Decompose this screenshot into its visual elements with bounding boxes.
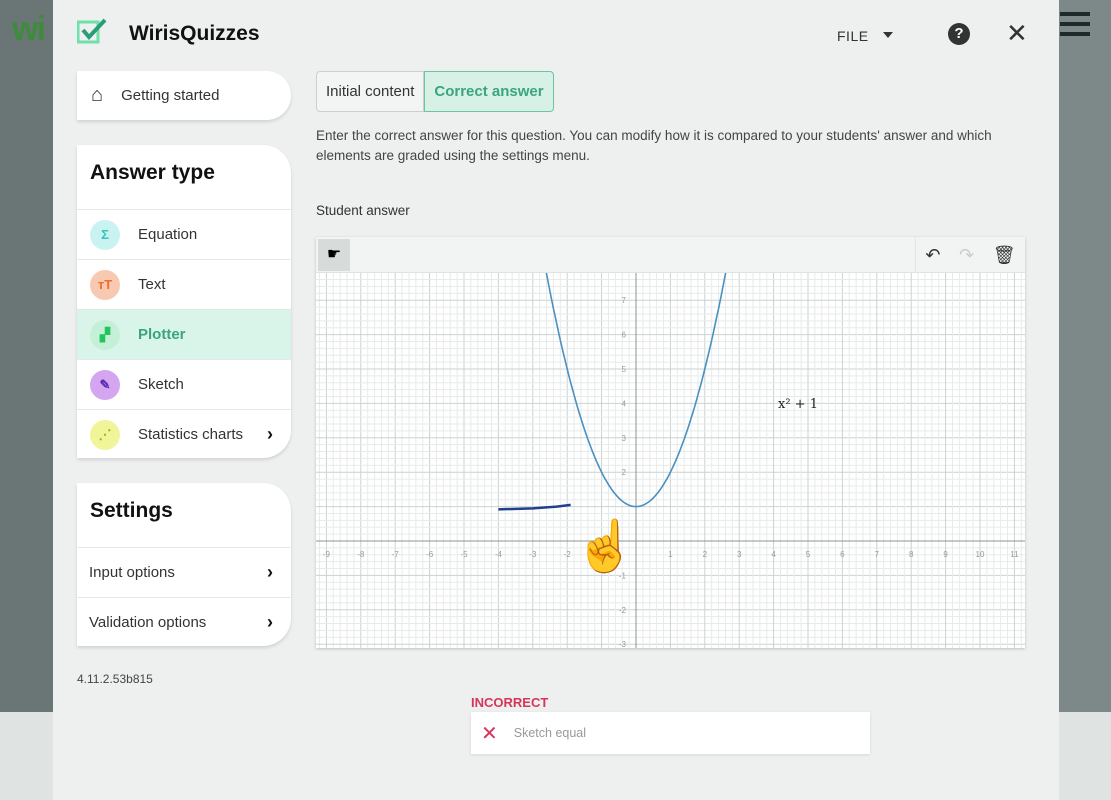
answer-type-panel: Answer type Σ Equation тT Text ▞ Plotter ✎ Sket…	[77, 145, 291, 458]
x-tick-label: 11	[1010, 550, 1019, 559]
x-tick-label: -3	[529, 550, 537, 559]
student-answer-label: Student answer	[316, 203, 410, 218]
x-tick-label: -7	[392, 550, 400, 559]
x-tick-label: 2	[703, 550, 708, 559]
x-tick-label: 8	[909, 550, 914, 559]
x-tick-label: -9	[323, 550, 331, 559]
answer-type-label: Equation	[138, 226, 198, 243]
close-icon[interactable]: ✕	[1006, 18, 1028, 49]
answer-type-title: Answer type	[90, 161, 215, 184]
home-icon: ⌂	[91, 84, 104, 106]
x-tick-label: -6	[426, 550, 434, 559]
y-tick-label: -2	[619, 606, 627, 615]
hand-tool-icon[interactable]: ☛	[318, 239, 350, 271]
x-tick-label: 7	[875, 550, 880, 559]
tab-initial-content[interactable]: Initial content	[316, 71, 425, 112]
x-tick-label: 9	[943, 550, 948, 559]
answer-type-label: Text	[138, 276, 166, 293]
instructions: Enter the correct answer for this questi…	[316, 128, 992, 163]
x-tick-label: 6	[840, 550, 845, 559]
pointer-hand-icon: ☝	[574, 516, 636, 576]
answer-type-label: Sketch	[138, 376, 184, 393]
y-tick-label: -3	[619, 640, 627, 648]
y-tick-label: 2	[622, 468, 627, 477]
redo-icon[interactable]: ↷	[959, 245, 974, 266]
answer-type-label: Statistics charts	[138, 426, 244, 443]
y-tick-label: 6	[622, 331, 627, 340]
help-icon[interactable]: ?	[948, 23, 970, 45]
settings-panel: Settings Input options › Validation optio…	[77, 483, 291, 646]
x-tick-label: -5	[460, 550, 468, 559]
menu-icon[interactable]	[1060, 12, 1090, 42]
answer-type-equation[interactable]: Σ Equation	[77, 209, 291, 259]
sketch-icon: ✎	[90, 369, 120, 400]
x-tick-label: 1	[668, 550, 673, 559]
plotter[interactable]: ☛ ↶ ↷ 🗑 -9 -8 -7 -6 -5 -4 -3 -2 1 2 3 4 5 6 7 8 9 10 11 -3 -…	[316, 237, 1025, 649]
result-status: INCORRECT	[471, 695, 549, 710]
app-title: WirisQuizzes	[129, 22, 260, 45]
answer-type-label: Plotter	[138, 326, 186, 343]
input-options-item[interactable]: Input options ›	[77, 547, 291, 597]
background-right	[1059, 0, 1111, 720]
file-menu[interactable]: FILE	[837, 28, 869, 44]
chevron-right-icon: ›	[267, 612, 273, 632]
plotter-icon: ▞	[90, 319, 120, 350]
answer-type-statistics-charts[interactable]: ⋰ Statistics charts ›	[77, 409, 291, 458]
tab-correct-answer[interactable]: Correct answer	[424, 71, 554, 112]
plot-canvas[interactable]: -9 -8 -7 -6 -5 -4 -3 -2 1 2 3 4 5 6 7 8 9 10 11-3-2-123456…	[316, 255, 1025, 649]
y-tick-label: 7	[622, 296, 627, 305]
validation-options-label: Validation options	[89, 614, 207, 631]
trash-icon[interactable]: 🗑	[993, 245, 1016, 266]
getting-started-label: Getting started	[121, 87, 220, 104]
sketch-stroke	[498, 503, 571, 511]
result-item: ✕ Sketch equal	[471, 712, 870, 754]
y-tick-label: 5	[622, 365, 627, 374]
y-tick-label: 4	[622, 399, 627, 408]
answer-type-plotter[interactable]: ▞ Plotter	[77, 309, 291, 359]
result-item-label: Sketch equal	[513, 726, 587, 740]
x-tick-label: -4	[495, 550, 503, 559]
chevron-right-icon: ›	[267, 424, 273, 444]
validation-options-item[interactable]: Validation options ›	[77, 597, 291, 646]
x-tick-label: 5	[806, 550, 811, 559]
tabs: Initial content Correct answer	[316, 71, 554, 112]
wiris-logo-icon	[77, 18, 107, 44]
getting-started-button[interactable]: ⌂ Getting started	[77, 71, 291, 120]
equation-icon: Σ	[90, 219, 120, 250]
settings-title: Settings	[90, 499, 173, 522]
text-icon: тT	[90, 269, 120, 300]
plot-toolbar: ☛ ↶ ↷ 🗑	[316, 237, 1025, 273]
version-label: 4.11.2.53b815	[77, 672, 153, 686]
answer-type-text[interactable]: тT Text	[77, 259, 291, 309]
close-icon: ✕	[481, 722, 498, 745]
background-logo: wi	[12, 10, 46, 48]
input-options-label: Input options	[89, 564, 175, 581]
x-tick-label: 10	[976, 550, 985, 559]
statistics-charts-icon: ⋰	[90, 419, 120, 450]
chevron-right-icon: ›	[267, 562, 273, 582]
wirisquizzes-dialog: WirisQuizzes FILE ? ✕ ⌂ Getting started …	[53, 0, 1059, 800]
x-tick-label: -8	[357, 550, 365, 559]
answer-type-sketch[interactable]: ✎ Sketch	[77, 359, 291, 409]
undo-icon[interactable]: ↶	[925, 245, 940, 266]
x-tick-label: 4	[771, 550, 776, 559]
function-label: x² + 1	[778, 397, 818, 412]
y-tick-label: 3	[622, 434, 627, 443]
chevron-down-icon[interactable]	[883, 32, 893, 38]
x-tick-label: -2	[564, 550, 572, 559]
x-tick-label: 3	[737, 550, 742, 559]
